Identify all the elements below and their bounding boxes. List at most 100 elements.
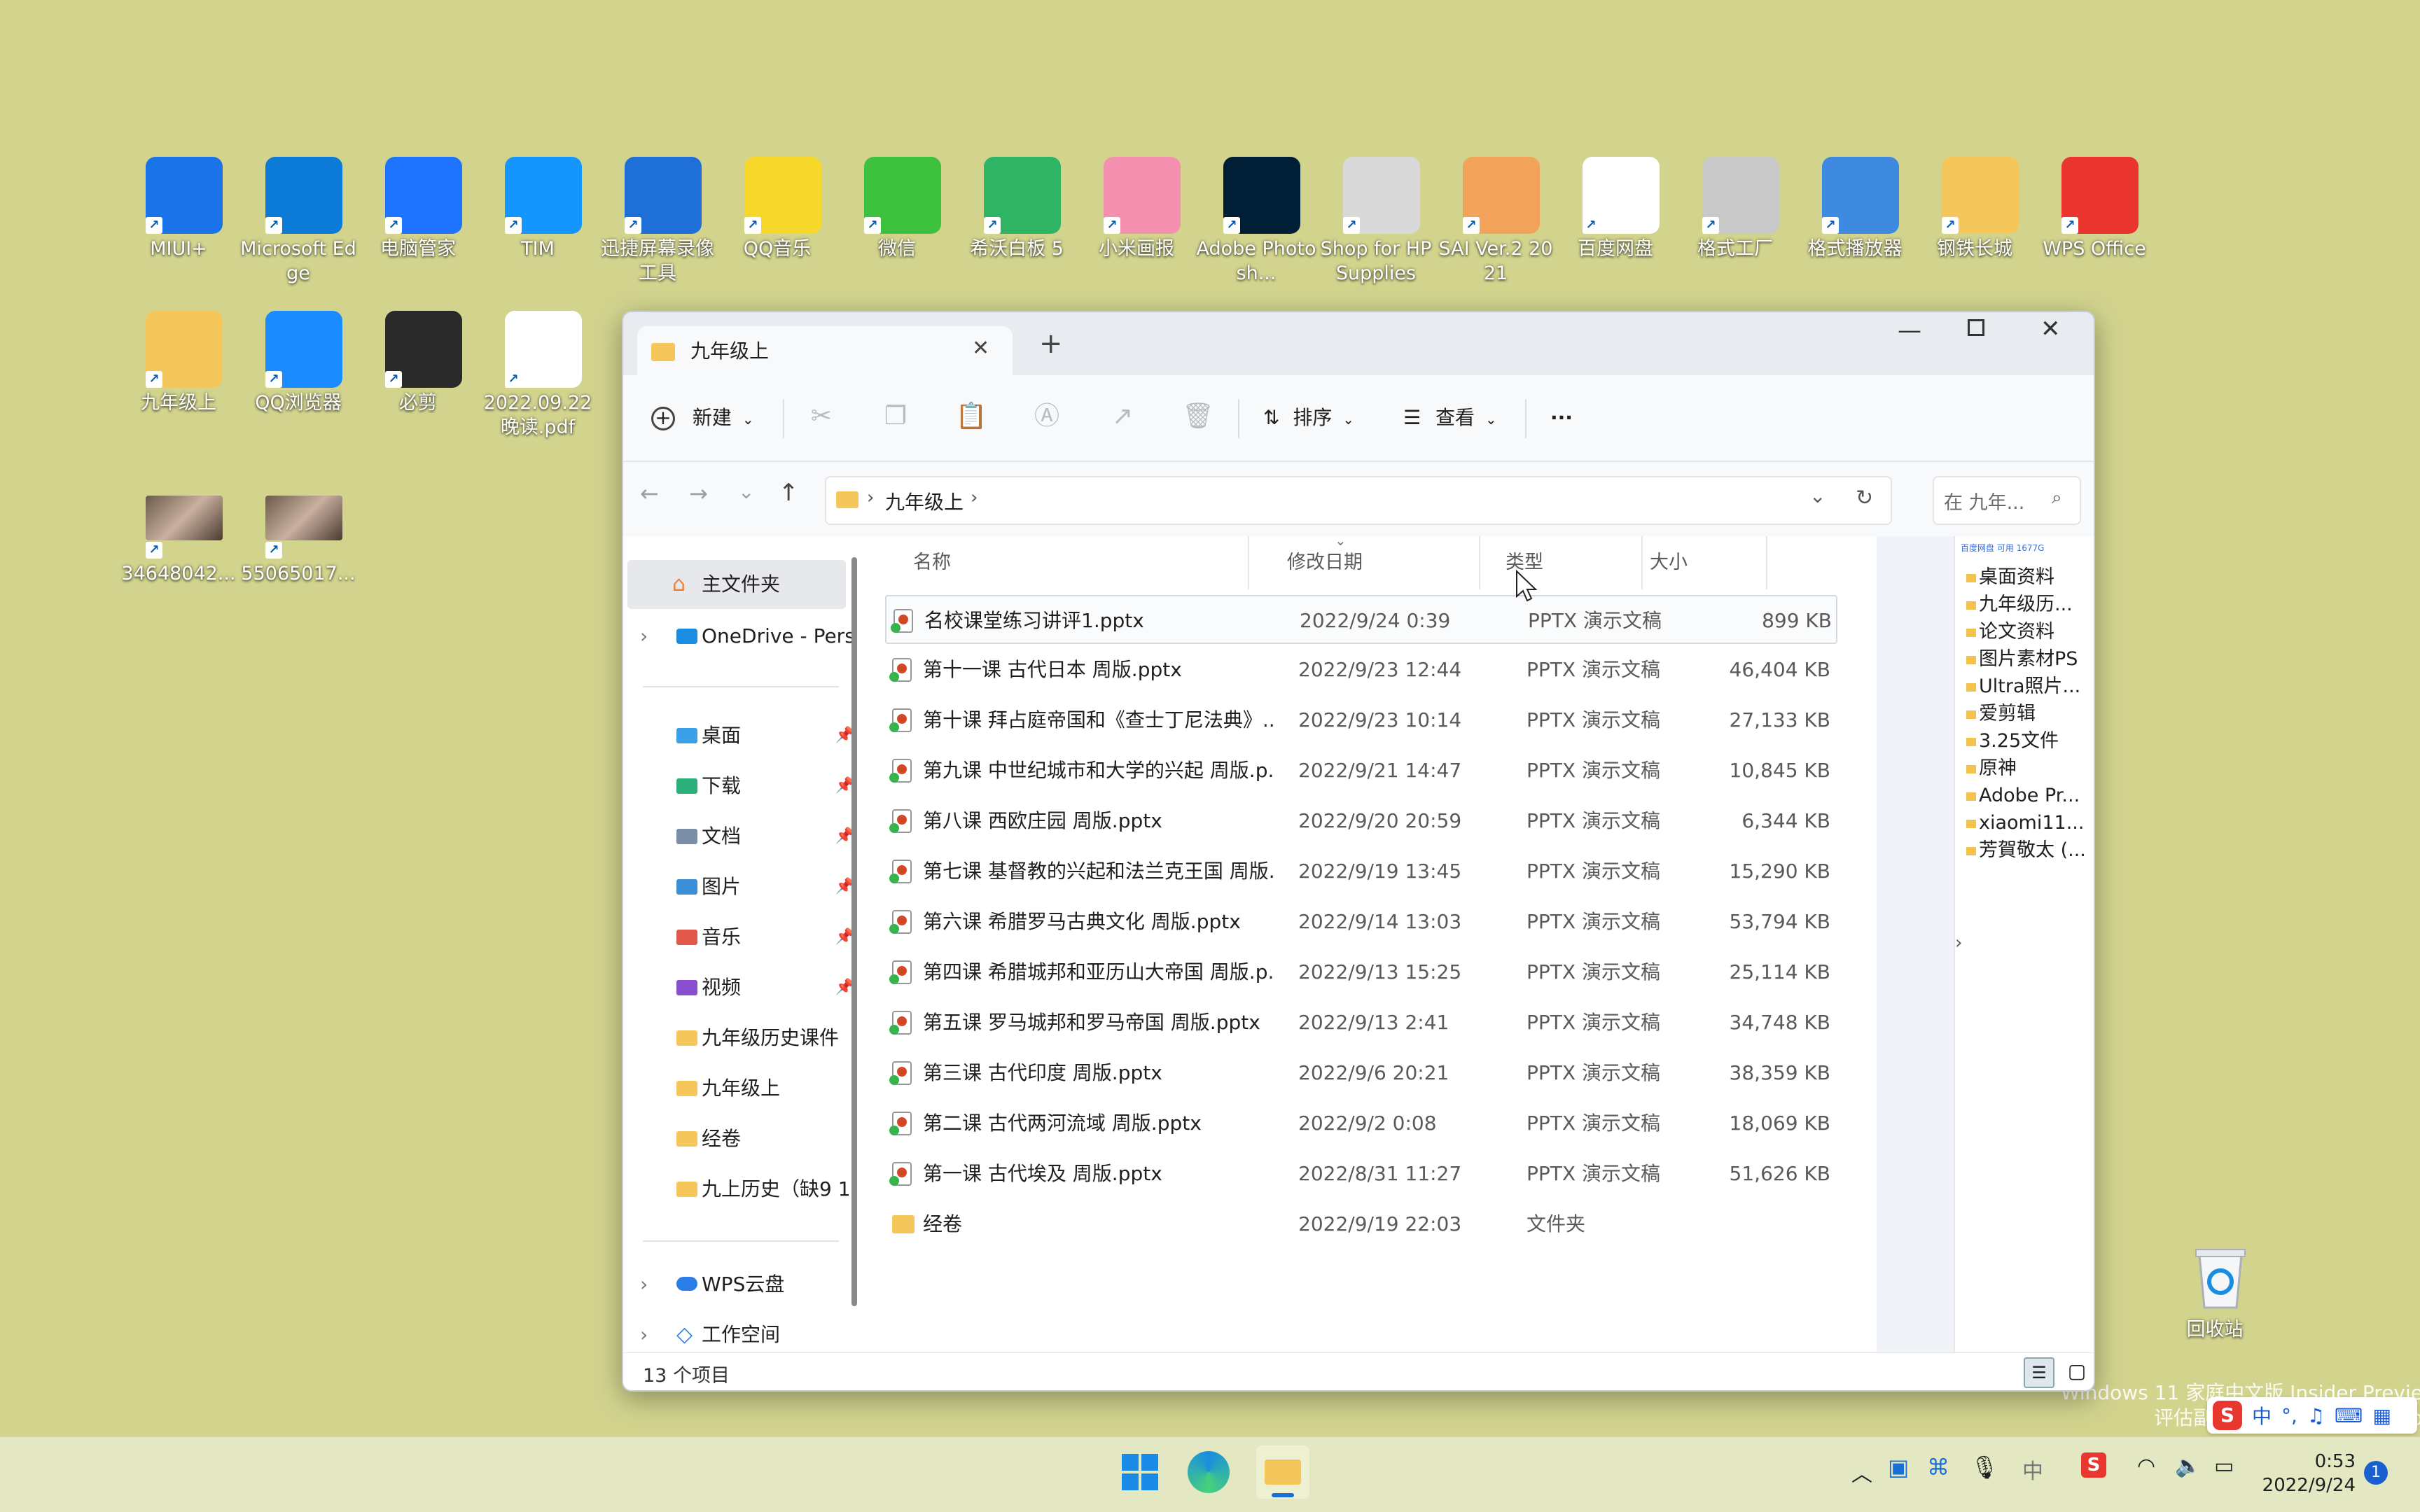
desktop-icon[interactable]: ↗ 格式工厂: [1676, 157, 1795, 297]
desktop-icon[interactable]: ↗ TIM: [478, 157, 597, 297]
desktop-icon[interactable]: ↗ QQ音乐: [718, 157, 837, 297]
table-row[interactable]: 第三课 古代印度 周版.pptx 2022/9/6 20:21 PPTX 演示文稿 3…: [885, 1049, 1837, 1098]
column-name[interactable]: 名称: [913, 536, 951, 589]
desktop-icon[interactable]: ↗ 九年级上: [119, 311, 238, 451]
sort-button[interactable]: ⇅ 排序 ⌄: [1263, 395, 1354, 441]
nav-quick-item[interactable]: 文档 📌: [623, 812, 864, 861]
nav-home[interactable]: ⌂ 主文件夹: [627, 560, 846, 609]
desktop-icon[interactable]: ↗ QQ浏览器: [239, 311, 358, 451]
preview-folder-item[interactable]: Ultra照片...: [1966, 673, 2094, 700]
volume-icon[interactable]: 🔈: [2175, 1454, 2201, 1478]
preview-folder-item[interactable]: 芳賀敬太 (...: [1966, 837, 2094, 864]
desktop-icon[interactable]: ↗ 钢铁长城: [1915, 157, 2034, 297]
refresh-icon[interactable]: ↻: [1856, 486, 1873, 510]
table-row[interactable]: 第四课 希腊城邦和亚历山大帝国 周版.p... 2022/9/13 15:25 PP…: [885, 948, 1837, 997]
preview-folder-item[interactable]: 九年级历...: [1966, 592, 2094, 618]
breadcrumb-current[interactable]: 九年级上: [885, 487, 964, 515]
desktop-icon[interactable]: ↗ 希沃白板 5: [957, 157, 1076, 297]
preview-expand-chevron-icon[interactable]: ›: [1955, 932, 1962, 953]
desktop-icon[interactable]: ↗ 格式播放器: [1795, 157, 1914, 297]
up-icon[interactable]: ↑: [779, 479, 799, 507]
table-row[interactable]: 名校课堂练习讲评1.pptx 2022/9/24 0:39 PPTX 演示文稿 899…: [885, 595, 1837, 644]
microphone-icon[interactable]: 🎙: [1970, 1454, 1999, 1480]
more-button[interactable]: ···: [1550, 395, 1573, 441]
thumbnail-view-icon[interactable]: ▢: [2061, 1357, 2092, 1388]
nav-quick-item[interactable]: 图片 📌: [623, 862, 864, 911]
nav-quick-item[interactable]: 视频 📌: [623, 963, 864, 1012]
notification-badge[interactable]: 1: [2364, 1461, 2388, 1485]
new-button[interactable]: + 新建 ⌄: [651, 395, 754, 441]
preview-folder-item[interactable]: 论文资料: [1966, 619, 2094, 645]
sogou-icon[interactable]: S: [2213, 1401, 2242, 1430]
tray-usb-icon[interactable]: ⌘: [1927, 1454, 1949, 1480]
desktop-icon[interactable]: ↗ WPS Office: [2035, 157, 2154, 297]
preview-folder-item[interactable]: 原神: [1966, 755, 2094, 782]
keyboard-icon[interactable]: ⌨: [2335, 1404, 2363, 1427]
grid-icon[interactable]: ▦: [2372, 1404, 2391, 1427]
punct-icon[interactable]: °,: [2281, 1404, 2297, 1427]
desktop-icon[interactable]: ↗ 34648042...: [119, 482, 238, 622]
expand-chevron-icon[interactable]: ›: [640, 1260, 648, 1309]
details-view-icon[interactable]: ☰: [2024, 1357, 2054, 1388]
nav-folder-item[interactable]: 九年级上: [623, 1064, 864, 1113]
expand-chevron-icon[interactable]: ›: [640, 612, 648, 661]
nav-onedrive[interactable]: › OneDrive - Pers: [623, 612, 864, 661]
sogou-tray-icon[interactable]: S: [2081, 1452, 2106, 1478]
table-row[interactable]: 经卷 2022/9/19 22:03 文件夹: [885, 1200, 1837, 1249]
preview-folder-item[interactable]: 图片素材PS: [1966, 646, 2094, 673]
tray-overflow-icon[interactable]: ︿: [1851, 1457, 1872, 1488]
wifi-icon[interactable]: ◠: [2137, 1454, 2155, 1478]
column-size[interactable]: 大小: [1650, 536, 1688, 589]
table-row[interactable]: 第五课 罗马城邦和罗马帝国 周版.pptx 2022/9/13 2:41 PPTX …: [885, 998, 1837, 1047]
start-button[interactable]: [1120, 1452, 1160, 1492]
maximize-button[interactable]: [1968, 319, 1984, 336]
desktop-icon[interactable]: ↗ 55065017...: [239, 482, 358, 622]
tray-ime-icon[interactable]: 中: [2022, 1454, 2043, 1485]
desktop-icon[interactable]: ↗ Microsoft Edge: [239, 157, 358, 297]
nav-folder-item[interactable]: 九上历史（缺9 1: [623, 1165, 864, 1214]
preview-folder-item[interactable]: xiaomi11...: [1966, 810, 2094, 836]
explorer-taskbar-icon[interactable]: [1256, 1446, 1309, 1499]
view-button[interactable]: ☰ 查看 ⌄: [1403, 395, 1497, 441]
clock[interactable]: 0:53 2022/9/24: [2251, 1450, 2356, 1497]
share-icon[interactable]: ↗: [1105, 399, 1140, 434]
minimize-button[interactable]: —: [1898, 316, 1921, 344]
close-button[interactable]: ✕: [2040, 315, 2061, 343]
desktop-icon[interactable]: ↗ Adobe Photosh...: [1196, 157, 1316, 297]
desktop-icon[interactable]: ↗ 迅捷屏幕录像工具: [598, 157, 717, 297]
recent-chevron-icon[interactable]: ⌄: [738, 480, 754, 503]
nav-scrollbar[interactable]: [851, 557, 857, 1306]
column-date[interactable]: 修改日期: [1287, 536, 1363, 589]
preview-folder-item[interactable]: Adobe Pr...: [1966, 783, 2094, 809]
table-row[interactable]: 第十课 拜占庭帝国和《查士丁尼法典》... 2022/9/23 10:14 PPTX…: [885, 696, 1837, 745]
table-row[interactable]: 第一课 古代埃及 周版.pptx 2022/8/31 11:27 PPTX 演示文稿…: [885, 1149, 1837, 1198]
preview-folder-item[interactable]: 爱剪辑: [1966, 701, 2094, 727]
nav-folder-item[interactable]: 经卷: [623, 1114, 864, 1163]
desktop-icon[interactable]: ↗ 必剪: [359, 311, 478, 451]
search-box[interactable]: 在 九年... ⌕: [1933, 476, 2081, 525]
desktop-icon[interactable]: ↗ MIUI+: [119, 157, 238, 297]
table-row[interactable]: 第六课 希腊罗马古典文化 周版.pptx 2022/9/14 13:03 PPTX …: [885, 897, 1837, 946]
preview-folder-item[interactable]: 3.25文件: [1966, 728, 2094, 755]
paste-icon[interactable]: 📋: [954, 399, 989, 434]
desktop-icon[interactable]: ↗ SAI Ver.2 2021: [1436, 157, 1555, 297]
preview-folder-item[interactable]: 桌面资料: [1966, 564, 2094, 591]
address-dropdown-icon[interactable]: ⌄: [1809, 484, 1826, 507]
tab-close-icon[interactable]: ✕: [972, 336, 989, 360]
desktop-icon[interactable]: ↗ 2022.09.22 晚读.pdf: [478, 311, 597, 451]
forward-icon[interactable]: →: [689, 480, 708, 507]
table-row[interactable]: 第二课 古代两河流域 周版.pptx 2022/9/2 0:08 PPTX 演示文稿…: [885, 1099, 1837, 1148]
nav-quick-item[interactable]: 桌面 📌: [623, 711, 864, 760]
rename-icon[interactable]: Ⓐ: [1029, 399, 1064, 434]
desktop-icon[interactable]: ↗ Shop for HP Supplies: [1316, 157, 1435, 297]
headset-icon[interactable]: ♫: [2307, 1404, 2325, 1427]
desktop-icon[interactable]: ↗ 微信: [837, 157, 957, 297]
nav-folder-item[interactable]: 九年级历史课件: [623, 1014, 864, 1063]
address-bar[interactable]: › 九年级上 › ⌄ ↻: [825, 476, 1892, 525]
battery-icon[interactable]: ▭: [2214, 1454, 2234, 1478]
cut-icon[interactable]: ✂: [804, 399, 839, 434]
copy-icon[interactable]: ❐: [878, 399, 913, 434]
recycle-bin-icon[interactable]: 回收站: [2155, 1238, 2274, 1378]
nav-wps-cloud[interactable]: › WPS云盘: [623, 1260, 864, 1309]
table-row[interactable]: 第七课 基督教的兴起和法兰克王国 周版.... 2022/9/19 13:45 PP…: [885, 847, 1837, 896]
